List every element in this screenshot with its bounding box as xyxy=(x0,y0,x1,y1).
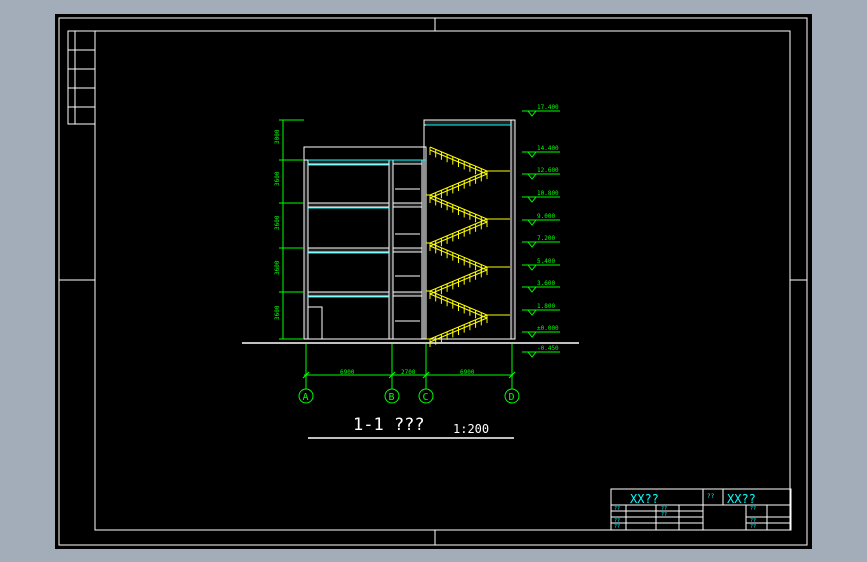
title-block-cell: ?? xyxy=(750,524,756,530)
elevation-marker: 5.400 xyxy=(522,258,560,271)
title-block-cell: ?? xyxy=(661,512,667,518)
vdim-label: 3000 xyxy=(274,129,281,144)
title-block-cell: ?? xyxy=(750,506,756,512)
elevation-label: 7.200 xyxy=(537,235,555,242)
elevation-marker: 14.400 xyxy=(522,145,560,158)
elevation-label: -0.450 xyxy=(537,345,559,352)
elevation-marker: 12.600 xyxy=(522,167,560,180)
hdim-label: 6900 xyxy=(340,369,355,376)
elevation-symbol xyxy=(522,173,560,180)
elevation-label: 1.800 xyxy=(537,303,555,310)
elevation-symbol xyxy=(522,331,560,338)
elevation-symbol xyxy=(522,196,560,203)
elevation-label: 5.400 xyxy=(537,258,555,265)
horizontal-dimension-chain xyxy=(302,344,516,389)
elevation-label: 12.600 xyxy=(537,167,559,174)
elevation-symbol xyxy=(522,351,560,358)
axis-label-a: A xyxy=(303,392,309,403)
elevation-markers: 17.400 14.400 12.600 10.800 9.000 7.200 5.400 3… xyxy=(522,104,560,358)
drawing-viewport[interactable]: 3000 3600 3600 3600 3600 17.400 14.400 12.… xyxy=(55,14,812,549)
section-scale: 1:200 xyxy=(453,422,489,436)
elevation-label: 10.800 xyxy=(537,190,559,197)
title-block-cell: ?? xyxy=(614,524,620,530)
vdim-label: 3600 xyxy=(274,305,281,320)
elevation-symbol xyxy=(522,286,560,293)
axis-bubbles xyxy=(298,388,520,404)
elevation-label: 9.000 xyxy=(537,213,555,220)
elevation-symbol xyxy=(522,151,560,158)
elevation-marker: 17.400 xyxy=(522,104,560,117)
elevation-marker: 3.600 xyxy=(522,280,560,293)
axis-label-c: C xyxy=(423,392,429,403)
vdim-label: 3600 xyxy=(274,260,281,275)
elevation-marker: ±0.000 xyxy=(522,325,560,338)
section-drawing: 3000 3600 3600 3600 3600 17.400 14.400 12.… xyxy=(58,17,808,546)
outer-frame xyxy=(58,17,808,546)
elevation-label: 17.400 xyxy=(537,104,559,111)
vertical-dimension-chain xyxy=(279,119,304,340)
slab-lines xyxy=(308,124,511,298)
title-block-drawing: XX?? xyxy=(727,492,756,506)
elevation-marker: -0.450 xyxy=(522,345,560,358)
title-block-project: XX?? xyxy=(630,492,659,506)
title-block-label: ?? xyxy=(707,493,715,500)
elevation-label: ±0.000 xyxy=(537,325,559,332)
section-title: 1-1 ??? xyxy=(353,415,425,435)
inner-frame xyxy=(94,30,791,531)
hdim-label: 6900 xyxy=(460,369,475,376)
binding-strip xyxy=(67,30,96,125)
elevation-symbol xyxy=(522,241,560,248)
vdim-label: 3600 xyxy=(274,215,281,230)
elevation-label: 14.400 xyxy=(537,145,559,152)
axis-label-d: D xyxy=(509,392,515,403)
elevation-marker: 7.200 xyxy=(522,235,560,248)
elevation-marker: 10.800 xyxy=(522,190,560,203)
elevation-symbol xyxy=(522,309,560,316)
building-section xyxy=(303,119,516,340)
elevation-marker: 9.000 xyxy=(522,213,560,226)
vdim-label: 3600 xyxy=(274,171,281,186)
hdim-label: 2700 xyxy=(401,369,416,376)
stair-flights xyxy=(426,146,510,347)
elevation-symbol xyxy=(522,110,560,117)
centering-marks xyxy=(59,18,807,545)
elevation-symbol xyxy=(522,264,560,271)
axis-label-b: B xyxy=(389,392,395,403)
elevation-label: 3.600 xyxy=(537,280,555,287)
elevation-marker: 1.800 xyxy=(522,303,560,316)
title-block-cell: ?? xyxy=(614,506,620,512)
elevation-symbol xyxy=(522,219,560,226)
